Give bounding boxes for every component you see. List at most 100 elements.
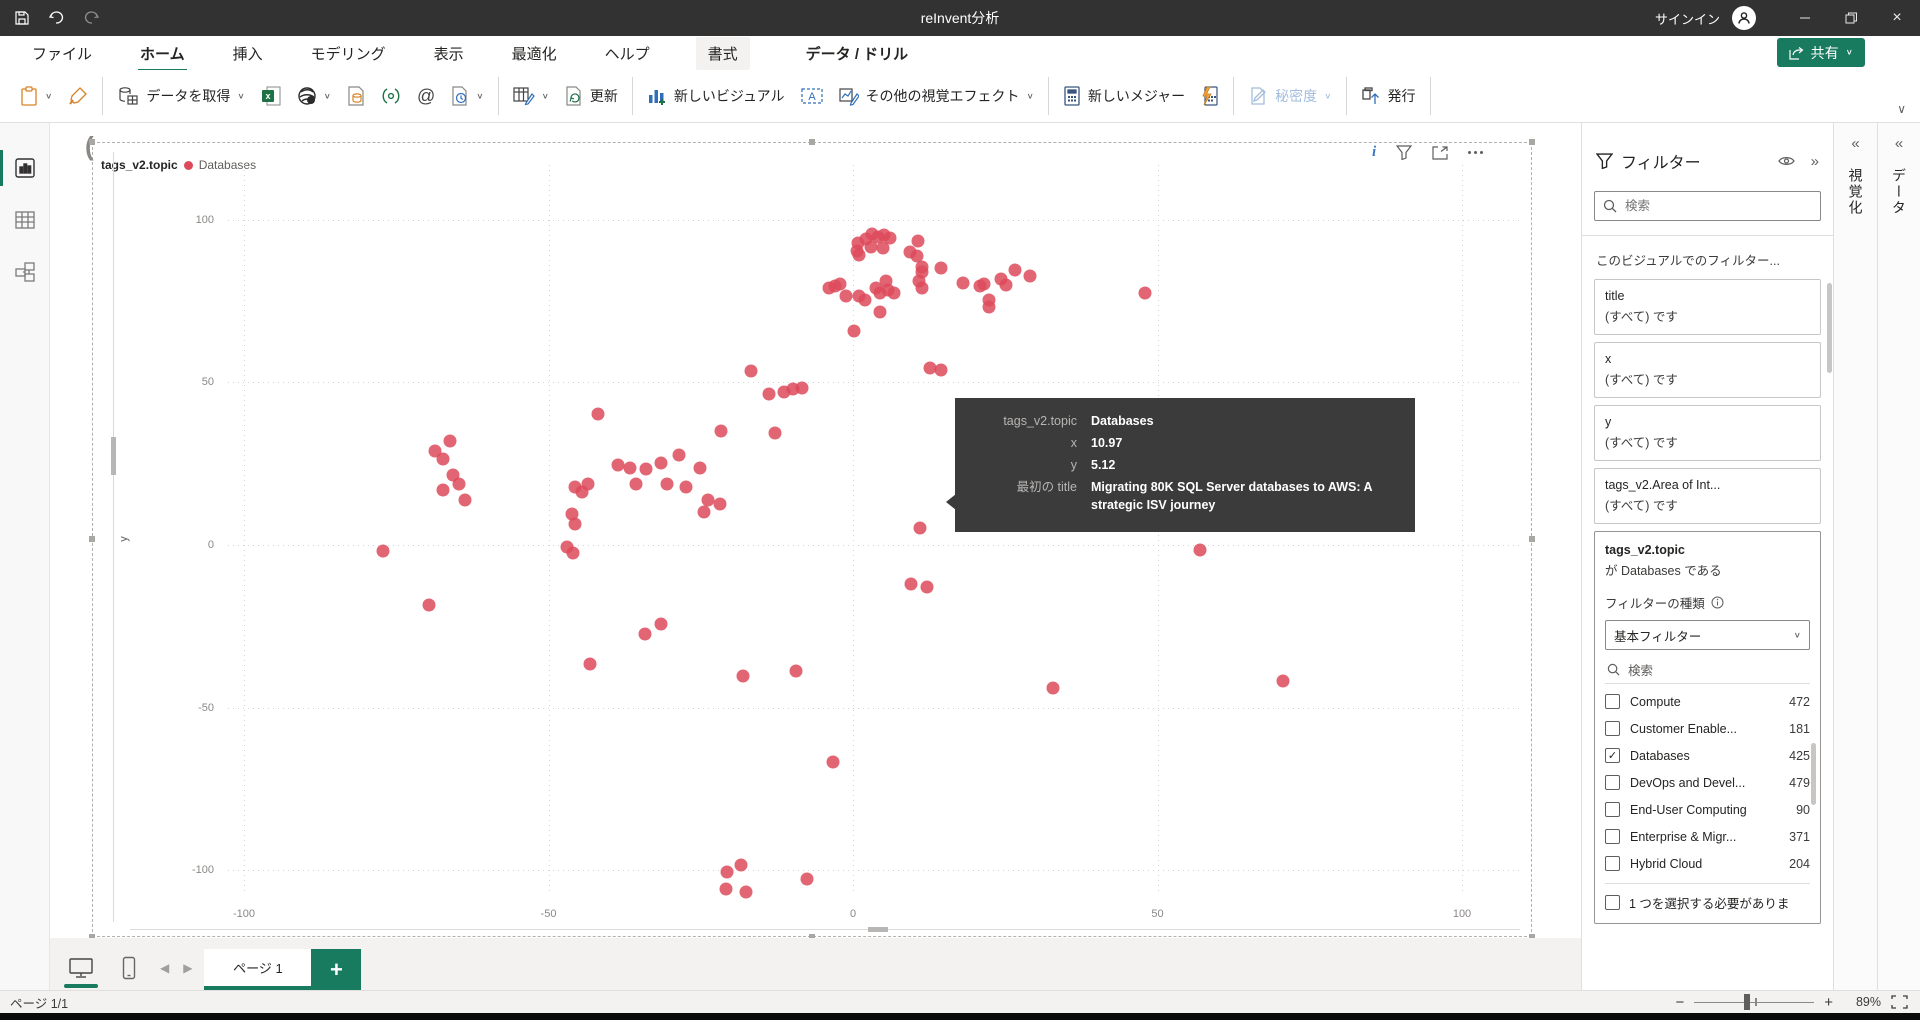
scatter-point[interactable] (826, 755, 840, 769)
scatter-point[interactable] (566, 546, 580, 560)
info-circle-icon[interactable] (1711, 596, 1724, 609)
scatter-point[interactable] (852, 248, 866, 262)
scatter-point[interactable] (744, 364, 758, 378)
scatter-point[interactable] (436, 452, 450, 466)
checkbox-icon[interactable] (1605, 856, 1620, 871)
scatter-point[interactable] (679, 480, 693, 494)
scatter-point[interactable] (734, 858, 748, 872)
scatter-point[interactable] (956, 276, 970, 290)
dataverse-button[interactable] (373, 79, 409, 113)
scatter-point[interactable] (800, 872, 814, 886)
more-options-icon[interactable] (1468, 151, 1484, 154)
zoom-slider-thumb[interactable] (1744, 993, 1751, 1010)
report-view-button[interactable] (0, 145, 50, 191)
scatter-point[interactable] (714, 424, 728, 438)
scatter-point[interactable] (654, 617, 668, 631)
ribbon-tab[interactable]: ファイル (30, 37, 94, 70)
expand-pane-icon[interactable]: « (1895, 135, 1903, 152)
eye-icon[interactable] (1777, 154, 1795, 168)
filter-value-row[interactable]: Customer Enable... 181 (1605, 715, 1810, 742)
more-visuals-button[interactable]: その他の視覚エフェクト ∨ (831, 79, 1042, 113)
filter-value-row[interactable]: Enterprise & Migr... 371 (1605, 823, 1810, 850)
sql-server-button[interactable] (339, 79, 373, 113)
scatter-point[interactable] (839, 289, 853, 303)
scatter-point[interactable] (713, 497, 727, 511)
ribbon-tab[interactable]: モデリング (309, 37, 388, 70)
resize-handle[interactable] (1529, 139, 1535, 145)
scatter-point[interactable] (1046, 681, 1060, 695)
scatter-point[interactable] (591, 407, 605, 421)
data-view-button[interactable] (0, 197, 50, 243)
mobile-layout-button[interactable] (112, 956, 146, 980)
resize-handle[interactable] (809, 139, 815, 145)
save-icon[interactable] (14, 10, 30, 26)
checkbox-icon[interactable] (1605, 775, 1620, 790)
scatter-point[interactable] (660, 477, 674, 491)
ribbon-tab[interactable]: 表示 (432, 37, 466, 70)
filter-card[interactable]: x (すべて) です (1594, 342, 1821, 398)
scatter-point[interactable] (934, 261, 948, 275)
scatter-point[interactable] (1193, 543, 1207, 557)
scatter-point[interactable] (934, 363, 948, 377)
quick-measure-button[interactable] (1193, 79, 1227, 113)
recent-sources-at-button[interactable]: @ (409, 79, 443, 114)
scatter-point[interactable] (876, 241, 890, 255)
scatter-point[interactable] (672, 448, 686, 462)
restore-button[interactable] (1828, 0, 1874, 36)
excel-workbook-button[interactable]: x (253, 79, 289, 113)
filter-value-row[interactable]: ✓ Databases 425 (1605, 742, 1810, 769)
x-axis-zoom-slider[interactable] (130, 927, 1520, 932)
scatter-point[interactable] (581, 477, 595, 491)
filter-funnel-icon[interactable] (1396, 145, 1413, 160)
scatter-point[interactable] (720, 865, 734, 879)
scatter-point[interactable] (436, 483, 450, 497)
resize-handle[interactable] (89, 139, 95, 145)
new-measure-button[interactable]: 新しいメジャー (1055, 79, 1193, 113)
scatter-point[interactable] (847, 324, 861, 338)
checkbox-icon[interactable] (1605, 829, 1620, 844)
ribbon-tab[interactable]: ヘルプ (603, 37, 652, 70)
scatter-point[interactable] (629, 477, 643, 491)
scatter-point[interactable] (443, 434, 457, 448)
scatter-point[interactable] (376, 544, 390, 558)
next-page-arrow[interactable]: ▶ (183, 961, 192, 975)
scatter-point[interactable] (697, 505, 711, 519)
y-axis-zoom-slider[interactable] (111, 152, 116, 922)
scatter-point[interactable] (583, 657, 597, 671)
pane-scrollbar[interactable] (1827, 283, 1832, 373)
filter-search-input[interactable] (1625, 199, 1812, 213)
scatter-point[interactable] (904, 577, 918, 591)
info-icon[interactable]: i (1372, 144, 1376, 161)
scatter-point[interactable] (873, 305, 887, 319)
sign-in-link[interactable]: サインイン (1655, 9, 1720, 28)
scatter-point[interactable] (999, 278, 1013, 292)
scatter-point[interactable] (693, 461, 707, 475)
ribbon-tab[interactable]: データ / ドリル (794, 37, 921, 70)
scatter-point[interactable] (623, 461, 637, 475)
refresh-button[interactable]: 更新 (557, 79, 626, 113)
scatter-point[interactable] (1008, 263, 1022, 277)
ribbon-tab[interactable]: 挿入 (231, 37, 265, 70)
publish-button[interactable]: 発行 (1353, 79, 1424, 113)
fit-to-page-icon[interactable] (1891, 995, 1908, 1009)
scatter-point[interactable] (422, 598, 436, 612)
account-avatar[interactable] (1732, 6, 1756, 30)
desktop-layout-button[interactable] (64, 957, 98, 988)
zoom-in-button[interactable]: + (1824, 994, 1833, 1011)
add-page-button[interactable]: + (311, 949, 362, 990)
expand-pane-icon[interactable]: « (1851, 135, 1859, 152)
text-box-button[interactable]: A (793, 80, 831, 112)
require-selection-checkbox[interactable]: 1 つを選択する必要がありま (1605, 883, 1810, 912)
filter-value-search[interactable]: 検索 (1605, 656, 1810, 684)
checkbox-icon[interactable] (1605, 694, 1620, 709)
filter-card[interactable]: title (すべて) です (1594, 279, 1821, 335)
filter-type-dropdown[interactable]: 基本フィルター ∨ (1605, 620, 1810, 650)
ribbon-tab[interactable]: 書式 (695, 36, 750, 70)
filter-card[interactable]: y (すべて) です (1594, 405, 1821, 461)
scatter-point[interactable] (638, 627, 652, 641)
scatter-point[interactable] (982, 300, 996, 314)
scatter-point[interactable] (858, 293, 872, 307)
filter-value-row[interactable]: Hybrid Cloud 204 (1605, 850, 1810, 877)
share-button[interactable]: 共有 ∨ (1776, 38, 1865, 67)
scatter-point[interactable] (833, 277, 847, 291)
